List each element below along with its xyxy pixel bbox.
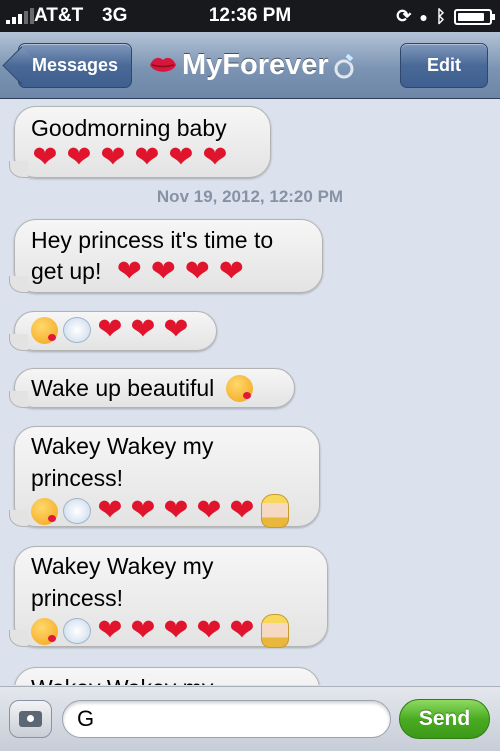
status-bar: AT&T 3G 12:36 PM ⟳ ● ᛒ xyxy=(0,0,500,32)
message-emoji-row: ❤ ❤ ❤ ❤ ❤ xyxy=(31,614,311,648)
dash-emoji-icon xyxy=(63,498,91,524)
camera-button[interactable] xyxy=(9,700,52,738)
princess-emoji-icon xyxy=(261,494,289,528)
heart-emoji-icon: ❤ xyxy=(196,614,222,647)
ring-icon xyxy=(334,52,355,79)
rotation-lock-icon: ⟳ xyxy=(396,6,412,26)
heart-emoji-icon: ❤ xyxy=(163,494,189,527)
heart-emoji-icon: ❤ xyxy=(32,141,58,174)
kiss-face-emoji-icon xyxy=(31,617,58,645)
message-bubble-3[interactable]: ❤ ❤ ❤ xyxy=(9,311,217,351)
heart-emoji-icon: ❤ xyxy=(202,141,228,174)
message-text: Wakey Wakey my xyxy=(31,433,214,459)
heart-emoji-icon: ❤ xyxy=(130,313,156,346)
message-text: Hey princess it's time to xyxy=(31,227,274,253)
kiss-face-emoji-icon xyxy=(226,374,254,402)
message-text: Wakey Wakey my xyxy=(31,672,213,685)
message-input-field[interactable]: G xyxy=(62,700,391,738)
message-text: Wake up beautiful xyxy=(31,375,215,401)
heart-emoji-icon: ❤ xyxy=(163,313,189,346)
timestamp-divider: Nov 19, 2012, 12:20 PM xyxy=(156,187,344,206)
heart-emoji-icon: ❤ xyxy=(130,494,156,527)
heart-emoji-icon: ❤ xyxy=(229,614,255,647)
kiss-face-emoji-icon xyxy=(31,497,58,525)
message-text: princess! xyxy=(31,465,124,491)
heart-emoji-icon: ❤ xyxy=(130,614,156,647)
heart-emoji-icon: ❤ xyxy=(163,614,189,647)
battery-icon xyxy=(454,8,495,25)
send-button[interactable]: Send xyxy=(399,699,490,739)
back-button-label: Messages xyxy=(31,55,119,75)
edit-button[interactable]: Edit xyxy=(400,43,488,88)
message-bubble-1[interactable]: Goodmorning baby ❤ ❤ ❤ ❤ ❤ ❤ xyxy=(9,106,271,178)
message-emoji-row: ❤ ❤ ❤ ❤ ❤ xyxy=(31,494,303,528)
heart-emoji-icon: ❤ xyxy=(218,254,244,288)
heart-emoji-icon: ❤ xyxy=(134,141,160,174)
dash-emoji-icon xyxy=(63,618,91,644)
message-emoji-row: ❤ ❤ ❤ ❤ xyxy=(115,254,245,288)
bluetooth-icon: ᛒ xyxy=(435,6,446,26)
message-bubble-7[interactable]: Wakey Wakey my xyxy=(14,667,320,685)
messages-back-button[interactable]: Messages xyxy=(18,43,132,88)
heart-emoji-icon: ❤ xyxy=(168,141,194,174)
message-emoji-row: ❤ ❤ ❤ ❤ ❤ ❤ xyxy=(31,141,254,174)
message-text: Wakey Wakey my xyxy=(31,553,214,579)
conversation-title-text: MyForever xyxy=(182,48,329,81)
heart-emoji-icon: ❤ xyxy=(97,494,123,527)
heart-emoji-icon: ❤ xyxy=(196,494,222,527)
navigation-bar: Messages MyForever Edit xyxy=(0,32,500,99)
kiss-face-emoji-icon xyxy=(31,316,58,344)
heart-emoji-icon: ❤ xyxy=(66,141,92,174)
heart-emoji-icon: ❤ xyxy=(184,254,210,288)
camera-lens xyxy=(25,713,36,724)
message-text: Goodmorning baby xyxy=(31,115,227,141)
message-thread[interactable]: Goodmorning baby ❤ ❤ ❤ ❤ ❤ ❤ Nov 19, 2012, 12… xyxy=(0,99,500,685)
message-input-bar: G Send xyxy=(0,686,500,751)
message-bubble-6[interactable]: Wakey Wakey my princess! ❤ ❤ ❤ ❤ ❤ xyxy=(9,546,328,648)
message-text: princess! xyxy=(31,585,124,611)
heart-emoji-icon: ❤ xyxy=(116,254,142,288)
heart-emoji-icon: ❤ xyxy=(100,141,126,174)
message-bubble-2[interactable]: Hey princess it's time to get up! ❤ ❤ ❤ ❤ xyxy=(9,219,323,293)
dash-emoji-icon xyxy=(63,317,91,343)
heart-emoji-icon: ❤ xyxy=(229,494,255,527)
conversation-title: MyForever xyxy=(148,45,357,85)
alarm-icon: ● xyxy=(419,8,428,25)
message-emoji-row xyxy=(226,374,254,402)
princess-emoji-icon xyxy=(261,614,289,648)
message-bubble-5[interactable]: Wakey Wakey my princess! ❤ ❤ ❤ ❤ ❤ xyxy=(9,426,320,528)
message-text: get up! xyxy=(31,258,102,284)
message-bubble-4[interactable]: Wake up beautiful xyxy=(9,368,295,408)
heart-emoji-icon: ❤ xyxy=(150,254,176,288)
heart-emoji-icon: ❤ xyxy=(97,313,123,346)
lips-icon xyxy=(150,57,176,72)
heart-emoji-icon: ❤ xyxy=(97,614,123,647)
message-emoji-row: ❤ ❤ ❤ xyxy=(31,313,200,346)
